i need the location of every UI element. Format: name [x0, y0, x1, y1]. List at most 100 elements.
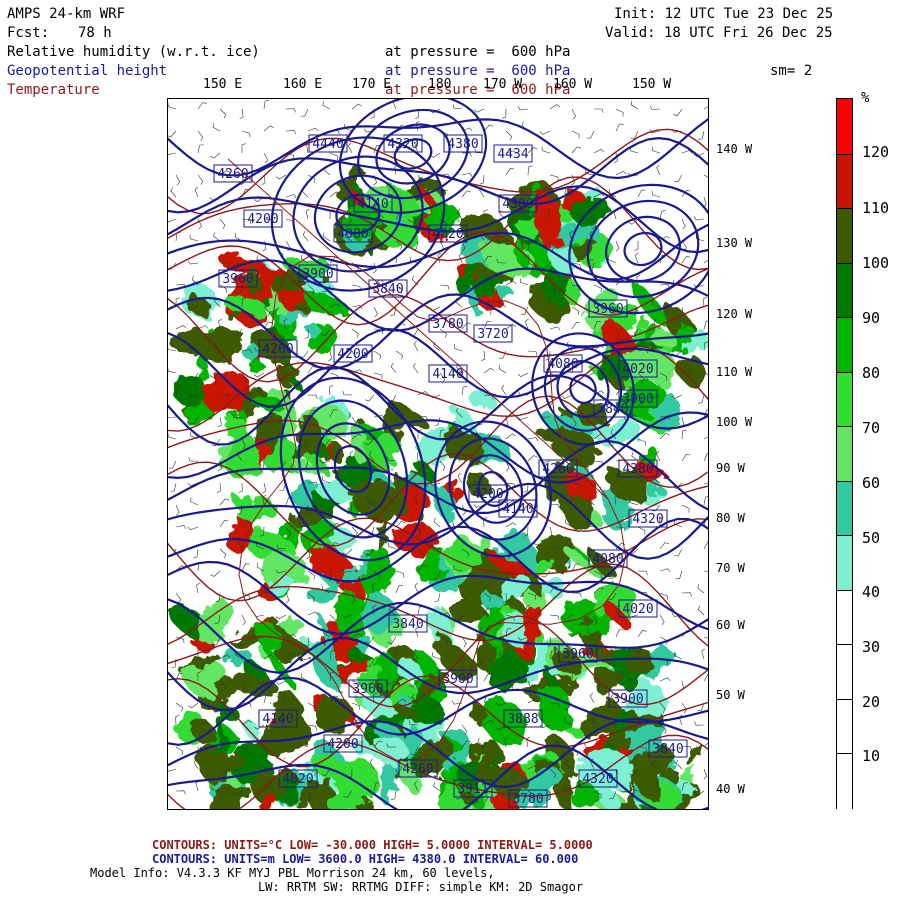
colorbar-tick: 10 [862, 747, 881, 765]
height-label-text: 4320 [582, 772, 613, 787]
map-canvas: 4440 4320 4380 4434 4380 4260 4200 4140 4080 4020… [168, 99, 708, 809]
height-label-text: 4380 [502, 197, 533, 212]
colorbar-segment [837, 371, 852, 428]
height-label-text: 4140 [262, 712, 293, 727]
height-label: 3900 [298, 264, 338, 283]
colorbar-tick: 20 [862, 693, 881, 711]
colorbar-segment [837, 153, 852, 210]
height-label-text: 3960 [592, 302, 623, 317]
height-label: 3960 [218, 269, 258, 288]
colorbar-segment [837, 589, 852, 646]
height-label: 4200 [243, 209, 283, 228]
height-label-text: 3888 [507, 712, 538, 727]
colorbar-tick: 110 [862, 199, 890, 217]
lat-label: 80 W [716, 511, 745, 525]
colorbar-tick: 120 [862, 143, 890, 161]
lat-label: 70 W [716, 561, 745, 575]
height-label: 4020 [428, 224, 468, 243]
height-label: 4320 [578, 769, 618, 788]
height-label: 4080 [588, 549, 628, 568]
height-label-text: 3900 [302, 267, 333, 282]
height-label-text: 4434 [497, 147, 528, 162]
height-label-text: 3840 [372, 282, 403, 297]
field1-name: Relative humidity (w.r.t. ice) [7, 44, 260, 60]
height-contour-info: CONTOURS: UNITS=m LOW= 3600.0 HIGH= 4380… [152, 852, 578, 866]
contour-interval: INTERVAL= 5.0000 [477, 838, 593, 852]
height-label-text: 3960 [352, 682, 383, 697]
height-label: 3960 [588, 299, 628, 318]
height-label-text: 4440 [312, 137, 343, 152]
colorbar-tick: 100 [862, 254, 890, 272]
lat-label: 130 W [716, 236, 753, 250]
height-label: 3840 [648, 739, 688, 758]
height-label: 3840 [368, 279, 408, 298]
smoothing-label: sm= 2 [770, 63, 813, 79]
height-label: 4320 [628, 509, 668, 528]
height-label: 4140 [428, 364, 468, 383]
height-label: 4260 [538, 459, 578, 478]
height-label-text: 3780 [512, 792, 543, 807]
lat-label: 50 W [716, 688, 745, 702]
height-label: 4200 [323, 734, 363, 753]
colorbar-tick: 30 [862, 638, 881, 656]
height-label-text: 3840 [652, 742, 683, 757]
field3-level: at pressure = 600 hPa [385, 82, 571, 98]
height-label: 3780 [508, 789, 548, 808]
colorbar-tick: 40 [862, 583, 881, 601]
height-label: 4140 [353, 194, 393, 213]
lat-label: 40 W [716, 782, 745, 796]
colorbar-segment [837, 262, 852, 319]
height-label: 4260 [398, 759, 438, 778]
height-label: 3960 [558, 644, 598, 663]
height-label-text: 4140 [502, 502, 533, 517]
contour-low: LOW= -30.000 [289, 838, 376, 852]
colorbar-tick: 90 [862, 309, 881, 327]
height-label-text: 3900 [442, 672, 473, 687]
height-label: 4380 [443, 134, 483, 153]
model-title: AMPS 24-km WRF [7, 6, 126, 22]
colorbar-segment [837, 644, 852, 701]
field2-name: Geopotential height [7, 63, 168, 79]
height-label-text: 4260 [542, 462, 573, 477]
valid-time: Valid: 18 UTC Fri 26 Dec 25 [605, 25, 833, 41]
forecast-label: Fcst: [7, 25, 50, 41]
height-label-text: 4320 [387, 137, 418, 152]
height-label: 4200 [333, 344, 373, 363]
height-label: 4320 [383, 134, 423, 153]
colorbar-segment [837, 535, 852, 592]
height-label-text: 4200 [247, 212, 278, 227]
lat-label: 100 W [716, 415, 753, 429]
height-label-text: 4320 [632, 512, 663, 527]
contour-label: CONTOURS: [152, 838, 218, 852]
temp-contour-info: CONTOURS: UNITS=°C LOW= -30.000 HIGH= 5.… [152, 838, 593, 852]
height-label-text: 4260 [262, 342, 293, 357]
height-label-text: 4380 [622, 462, 653, 477]
height-label: 3720 [473, 324, 513, 343]
colorbar-segment [837, 426, 852, 483]
colorbar-tick: 50 [862, 529, 881, 547]
height-label: 4080 [333, 224, 373, 243]
height-label: 4440 [308, 134, 348, 153]
contour-units: UNITS=°C [224, 838, 283, 852]
height-label-text: 4140 [432, 367, 463, 382]
colorbar-segment [837, 317, 852, 374]
height-label-text: 3840 [392, 617, 423, 632]
height-label-text: 4080 [592, 552, 623, 567]
height-label-text: 4260 [402, 762, 433, 777]
lat-label: 60 W [716, 618, 745, 632]
colorbar-segment [837, 99, 852, 155]
height-label: 4380 [618, 459, 658, 478]
lon-label: 160 W [553, 77, 593, 92]
lon-label: 160 E [283, 77, 323, 92]
colorbar-segment [837, 753, 852, 810]
colorbar-segment [837, 698, 852, 755]
physics-info: LW: RRTM SW: RRTMG DIFF: simple KM: 2D S… [258, 880, 584, 894]
colorbar-segment [837, 208, 852, 265]
colorbar-segment [837, 480, 852, 537]
forecast-hours: 78 h [78, 25, 112, 41]
height-label-text: 3960 [222, 272, 253, 287]
contour-units: UNITS=m [224, 852, 275, 866]
height-label-text: 4080 [547, 357, 578, 372]
height-label-text: 4020 [622, 362, 653, 377]
colorbar-unit: % [861, 90, 870, 106]
